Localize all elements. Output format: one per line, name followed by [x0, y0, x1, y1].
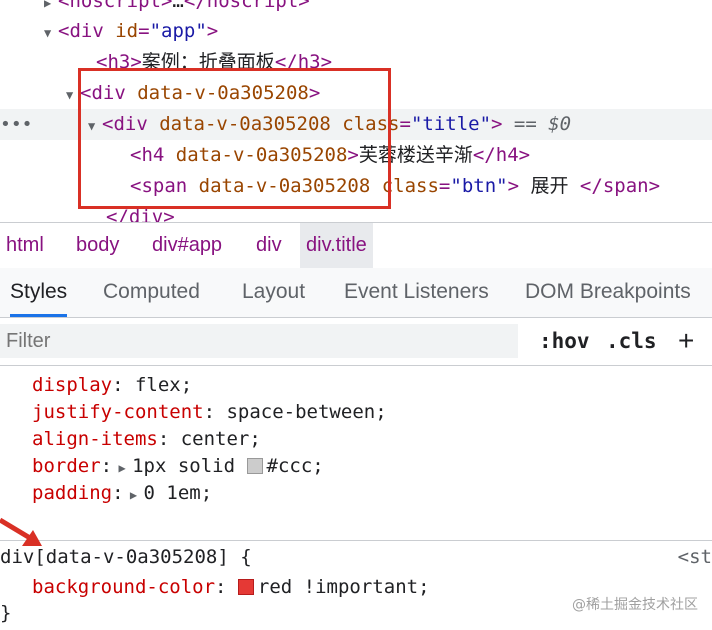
breadcrumb-html[interactable]: html: [0, 223, 50, 268]
collapse-arrow-icon[interactable]: ▼: [44, 18, 58, 49]
tab-event-listeners[interactable]: Event Listeners: [344, 268, 489, 316]
cls-toggle-button[interactable]: .cls: [606, 324, 657, 358]
style-declaration[interactable]: padding: ▶ 0 1em;: [32, 478, 212, 509]
tab-styles[interactable]: Styles: [10, 268, 68, 317]
breadcrumb-body[interactable]: body: [70, 223, 125, 268]
styles-tab-bar: Styles Computed Layout Event Listeners D…: [0, 268, 712, 318]
tab-layout[interactable]: Layout: [242, 268, 305, 316]
color-swatch[interactable]: [246, 458, 263, 474]
rule-divider: [0, 540, 712, 541]
node-actions-dots[interactable]: •••: [0, 109, 33, 140]
rule-close-brace: }: [0, 602, 12, 624]
styles-filter-bar: :hov .cls +: [0, 318, 712, 366]
styles-pane: display: flex; justify-content: space-be…: [0, 366, 712, 630]
tab-dom-breakpoints[interactable]: DOM Breakpoints: [525, 268, 691, 316]
color-swatch[interactable]: [237, 579, 254, 595]
new-rule-plus-icon[interactable]: +: [678, 324, 694, 358]
elements-dom-tree: ••• ▶ <noscript>…</noscript> ▼ <div id="ap…: [0, 0, 712, 222]
expand-shorthand-arrow-icon[interactable]: ▶: [124, 480, 144, 511]
breadcrumb-div[interactable]: div: [250, 223, 288, 268]
filter-input[interactable]: [0, 324, 518, 358]
watermark: @稀土掘金技术社区: [572, 597, 698, 613]
breadcrumb: html body div#app div div.title: [0, 222, 712, 268]
annotation-highlight-box: [78, 68, 391, 209]
tab-computed[interactable]: Computed: [103, 268, 200, 316]
hov-toggle-button[interactable]: :hov: [539, 324, 590, 358]
rule-selector[interactable]: div[data-v-0a305208] {: [0, 542, 252, 573]
style-declaration[interactable]: background-color: red !important;: [32, 572, 430, 603]
dom-line-div-app[interactable]: ▼ <div id="app">: [44, 16, 218, 47]
breadcrumb-div-title[interactable]: div.title: [300, 223, 373, 268]
rule-source-link[interactable]: <st: [678, 546, 712, 568]
breadcrumb-div-app[interactable]: div#app: [146, 223, 228, 268]
dom-line-noscript[interactable]: ▶ <noscript>…</noscript>: [44, 0, 310, 17]
